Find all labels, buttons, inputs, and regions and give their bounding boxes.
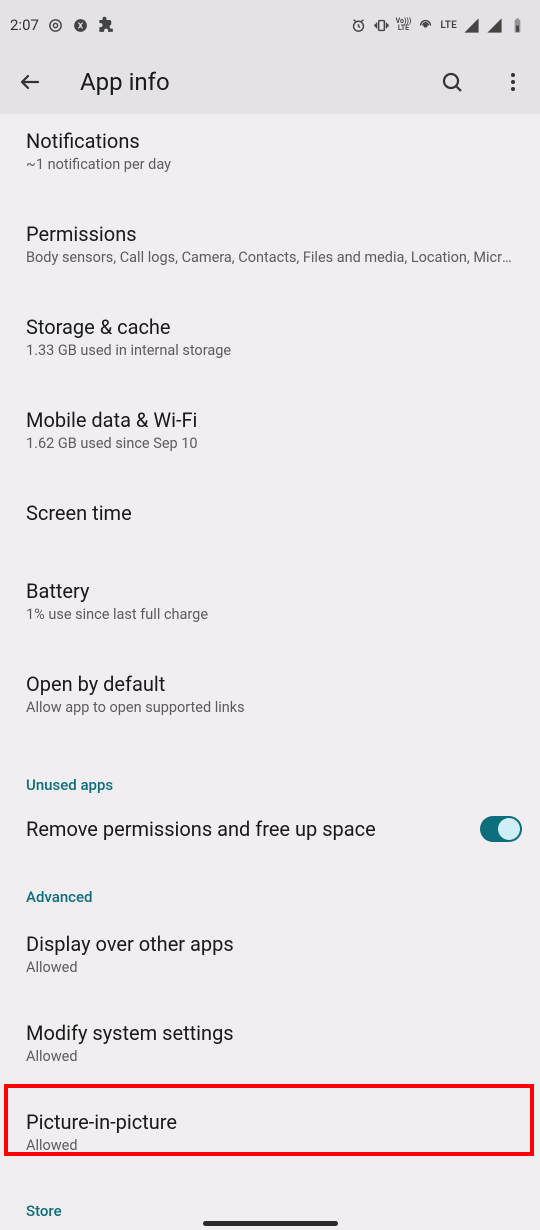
row-subtitle: Body sensors, Call logs, Camera, Contact… <box>26 249 514 267</box>
vibrate-icon <box>373 17 390 34</box>
row-title: Notifications <box>26 128 514 154</box>
row-title: Remove permissions and free up space <box>26 817 480 841</box>
alarm-icon <box>350 17 367 34</box>
arrow-left-icon <box>18 70 42 94</box>
back-button[interactable] <box>10 62 50 102</box>
row-title: Screen time <box>26 500 514 526</box>
row-title: Display over other apps <box>26 931 514 957</box>
row-storage[interactable]: Storage & cache 1.33 GB used in internal… <box>0 284 540 377</box>
app-bar: App info <box>0 50 540 114</box>
camera-icon <box>47 17 64 34</box>
row-subtitle: Allowed <box>26 1048 514 1066</box>
battery-icon <box>509 17 526 34</box>
row-battery[interactable]: Battery 1% use since last full charge <box>0 548 540 641</box>
signal-icon-2 <box>486 17 503 34</box>
status-time: 2:07 <box>10 16 39 34</box>
row-subtitle: 1.62 GB used since Sep 10 <box>26 435 514 453</box>
row-title: Permissions <box>26 221 514 247</box>
row-subtitle: Allowed <box>26 959 514 977</box>
status-bar-left: 2:07 <box>10 16 116 35</box>
status-bar-right: Vo)))LTE LTE <box>350 17 526 34</box>
row-title: Modify system settings <box>26 1020 514 1046</box>
hotspot-icon <box>417 17 434 34</box>
row-subtitle: Allowed <box>26 1137 514 1155</box>
volte-icon: Vo)))LTE <box>396 18 412 32</box>
row-title: Storage & cache <box>26 314 514 340</box>
nav-bar <box>0 1221 540 1226</box>
row-subtitle: ~1 notification per day <box>26 156 514 174</box>
toggle-knob <box>498 818 520 840</box>
row-pip[interactable]: Picture-in-picture Allowed <box>0 1083 540 1172</box>
signal-icon-1 <box>463 17 480 34</box>
search-button[interactable] <box>432 62 472 102</box>
row-subtitle: Allow app to open supported links <box>26 699 514 717</box>
search-icon <box>440 70 464 94</box>
shazam-icon <box>72 17 89 34</box>
row-title: Open by default <box>26 671 514 697</box>
row-screen-time[interactable]: Screen time <box>0 470 540 548</box>
page-title: App info <box>80 68 170 96</box>
row-display-over[interactable]: Display over other apps Allowed <box>0 914 540 994</box>
section-advanced: Advanced <box>0 856 540 914</box>
settings-list[interactable]: Notifications ~1 notification per day Pe… <box>0 114 540 1230</box>
row-title: Picture-in-picture <box>26 1109 514 1135</box>
row-mobile-data[interactable]: Mobile data & Wi-Fi 1.62 GB used since S… <box>0 377 540 470</box>
section-unused-apps: Unused apps <box>0 734 540 802</box>
puzzle-icon <box>97 16 116 35</box>
row-open-by-default[interactable]: Open by default Allow app to open suppor… <box>0 641 540 734</box>
more-vert-icon <box>501 70 525 94</box>
lte-label: LTE <box>440 20 457 31</box>
more-button[interactable] <box>496 62 530 102</box>
row-notifications[interactable]: Notifications ~1 notification per day <box>0 114 540 191</box>
row-modify-system[interactable]: Modify system settings Allowed <box>0 994 540 1083</box>
status-bar: 2:07 Vo)))LTE LTE <box>0 0 540 50</box>
row-permissions[interactable]: Permissions Body sensors, Call logs, Cam… <box>0 191 540 284</box>
nav-pill[interactable] <box>203 1221 338 1226</box>
toggle-remove-permissions[interactable] <box>480 816 522 842</box>
row-title: Mobile data & Wi-Fi <box>26 407 514 433</box>
row-subtitle: 1.33 GB used in internal storage <box>26 342 514 360</box>
row-remove-permissions[interactable]: Remove permissions and free up space <box>0 802 540 856</box>
row-subtitle: 1% use since last full charge <box>26 606 514 624</box>
row-title: Battery <box>26 578 514 604</box>
section-store: Store <box>0 1172 540 1228</box>
